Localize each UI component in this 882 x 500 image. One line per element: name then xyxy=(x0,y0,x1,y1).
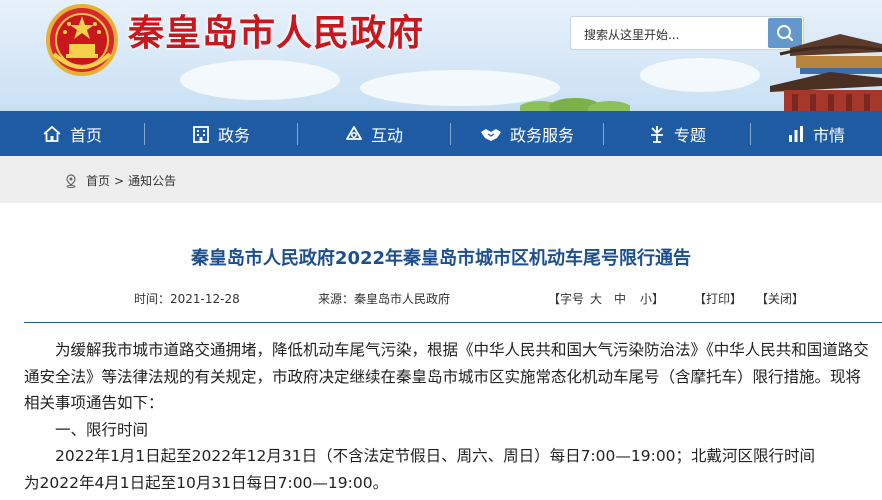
font-size-medium-button[interactable]: 中 xyxy=(614,290,626,307)
title-divider xyxy=(24,322,882,323)
cloud-decoration xyxy=(180,60,340,100)
cloud-decoration xyxy=(640,58,760,92)
breadcrumb-home-link[interactable]: 首页 xyxy=(86,172,110,189)
building-icon xyxy=(193,125,209,143)
nav-item-city-info[interactable]: 市情 xyxy=(751,111,881,156)
font-size-small-button[interactable]: 小】 xyxy=(640,290,664,307)
national-emblem-icon[interactable] xyxy=(44,2,120,78)
nav-item-services[interactable]: 政务服务 xyxy=(451,111,603,156)
print-button[interactable]: 【打印】 xyxy=(694,290,742,307)
trees-decoration xyxy=(520,98,630,111)
topic-icon xyxy=(650,125,663,143)
font-size-large-button[interactable]: 大 xyxy=(590,290,602,307)
article-title: 秦皇岛市人民政府2022年秦皇岛市城市区机动车尾号限行通告 xyxy=(190,248,692,269)
home-icon xyxy=(43,125,61,142)
breadcrumb-separator: > xyxy=(114,173,125,188)
nav-label: 互动 xyxy=(370,125,403,145)
breadcrumb-current-link[interactable]: 通知公告 xyxy=(128,172,176,189)
location-pin-icon xyxy=(66,173,76,188)
handshake-icon xyxy=(480,128,501,141)
search-input[interactable]: 搜索从这里开始... xyxy=(584,26,679,43)
building-illustration xyxy=(770,34,882,111)
publish-time: 时间：2021-12-28 xyxy=(134,292,240,306)
main-nav: 首页 政务 互动 政务服务 专题 市情 xyxy=(0,111,882,156)
article-body: 为缓解我市城市道路交通拥堵，降低机动车尾气污染，根据《中华人民共和国大气污染防治… xyxy=(24,337,876,496)
site-title[interactable]: 秦皇岛市人民政府 xyxy=(128,4,424,56)
search-box[interactable]: 搜索从这里开始... xyxy=(570,16,804,50)
stats-icon xyxy=(788,125,803,142)
body-paragraph: 2022年1月1日起至2022年12月31日（不含法定节假日、周六、周日）每日7… xyxy=(55,447,816,465)
font-size-label: 【字号 xyxy=(548,292,585,306)
body-paragraph: 为2022年4月1日起至10月31日每日7:00—19:00。 xyxy=(24,473,389,492)
breadcrumb-bar: 首页 > 通知公告 xyxy=(0,156,882,203)
nav-item-home[interactable]: 首页 xyxy=(0,111,144,156)
nav-label: 首页 xyxy=(69,125,102,145)
nav-label: 市情 xyxy=(812,125,845,145)
nav-item-government[interactable]: 政务 xyxy=(145,111,297,156)
article-source: 来源：秦皇岛市人民政府 xyxy=(318,292,451,306)
site-header: 秦皇岛市人民政府 搜索从这里开始... xyxy=(0,0,882,111)
nav-item-interaction[interactable]: 互动 xyxy=(298,111,450,156)
section-heading: 一、限行时间 xyxy=(55,420,149,439)
nav-label: 政务 xyxy=(217,125,250,145)
nav-label: 政务服务 xyxy=(509,125,574,145)
nav-item-topics[interactable]: 专题 xyxy=(604,111,750,156)
body-paragraph: 为缓解我市城市道路交通拥堵，降低机动车尾气污染，根据《中华人民共和国大气污染防治… xyxy=(24,341,869,412)
chat-icon xyxy=(346,125,362,140)
breadcrumb: 首页 > 通知公告 xyxy=(64,172,176,189)
nav-label: 专题 xyxy=(673,125,706,145)
close-button[interactable]: 【关闭】 xyxy=(756,290,804,307)
